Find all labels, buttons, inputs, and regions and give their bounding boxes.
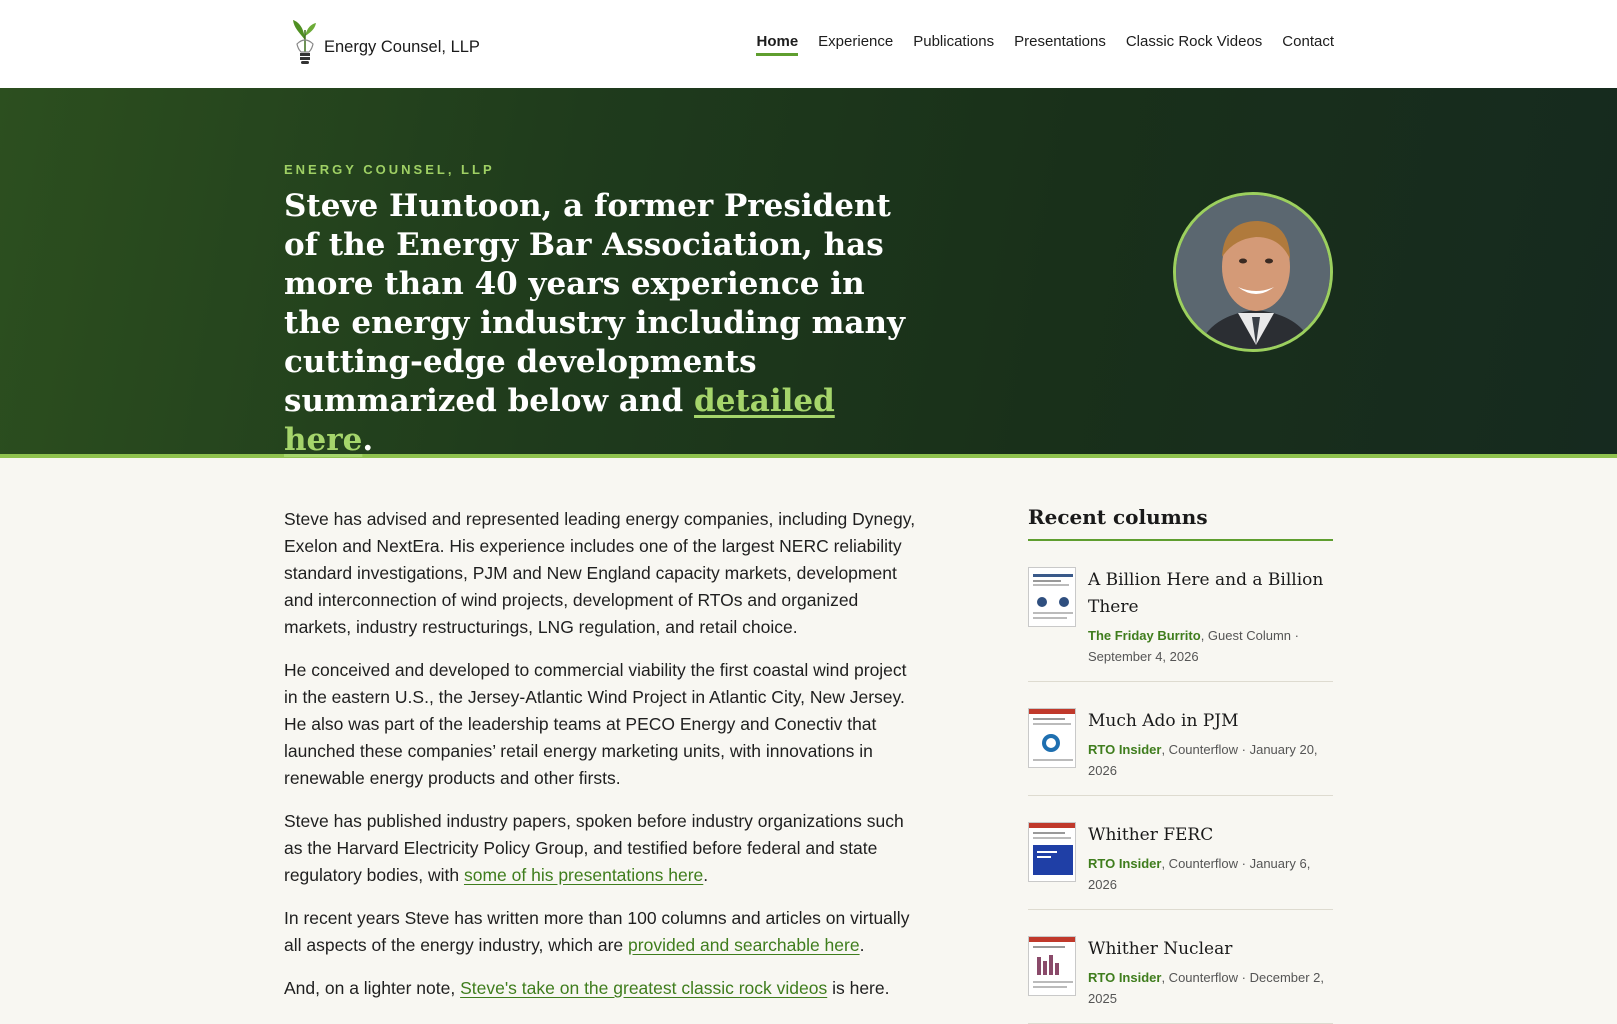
column-thumbnail[interactable]: [1028, 822, 1076, 882]
column-publication: RTO Insider: [1088, 742, 1162, 757]
site-header: Energy Counsel, LLP Home Experience Publ…: [0, 0, 1617, 88]
lightbulb-sprout-icon: [293, 20, 316, 64]
column-item[interactable]: Whither Nuclear RTO Insider, Counterflow…: [1028, 910, 1333, 1024]
portrait-illustration: [1176, 195, 1330, 349]
p4-end: .: [859, 935, 865, 955]
nav-classic-rock-videos[interactable]: Classic Rock Videos: [1126, 33, 1262, 56]
nav-contact[interactable]: Contact: [1282, 33, 1334, 56]
column-thumbnail[interactable]: [1028, 936, 1076, 996]
hero-banner: ENERGY COUNSEL, LLP Steve Huntoon, a for…: [0, 88, 1617, 458]
nav-experience[interactable]: Experience: [818, 33, 893, 56]
sidebar-title: Recent columns: [1028, 505, 1333, 541]
column-item[interactable]: A Billion Here and a Billion There The F…: [1028, 541, 1333, 682]
column-title[interactable]: Whither Nuclear: [1088, 936, 1333, 963]
column-publication: The Friday Burrito: [1088, 628, 1201, 643]
p5-text: And, on a lighter note,: [284, 978, 461, 998]
main-nav: Home Experience Publications Presentatio…: [756, 33, 1334, 56]
main-content: Steve has advised and represented leadin…: [284, 506, 922, 1018]
column-item[interactable]: Much Ado in PJM RTO Insider, Counterflow…: [1028, 682, 1333, 796]
columns-link[interactable]: provided and searchable here: [628, 935, 860, 955]
column-meta: RTO Insider, Counterflow · December 2, 2…: [1088, 967, 1333, 1009]
presentations-link[interactable]: some of his presentations here: [464, 865, 703, 885]
hero-eyebrow: ENERGY COUNSEL, LLP: [284, 162, 495, 177]
brand-logo-link[interactable]: Energy Counsel, LLP: [290, 18, 480, 68]
column-title[interactable]: Much Ado in PJM: [1088, 708, 1333, 735]
portrait-photo: [1173, 192, 1333, 352]
column-title[interactable]: A Billion Here and a Billion There: [1088, 567, 1333, 621]
column-thumbnail[interactable]: [1028, 708, 1076, 768]
bio-paragraph-2: He conceived and developed to commercial…: [284, 660, 907, 788]
classic-rock-link[interactable]: Steve's take on the greatest classic roc…: [460, 978, 827, 998]
hero-headline: Steve Huntoon, a former President of the…: [284, 187, 924, 460]
bio-paragraph-3: Steve has published industry papers, spo…: [284, 808, 922, 889]
nav-home[interactable]: Home: [756, 33, 799, 56]
column-meta: RTO Insider, Counterflow · January 20, 2…: [1088, 739, 1333, 781]
column-item[interactable]: Whither FERC RTO Insider, Counterflow · …: [1028, 796, 1333, 910]
hero-headline-end: .: [362, 422, 374, 458]
recent-columns-sidebar: Recent columns A Billion Here and a Bill…: [1028, 505, 1333, 1024]
site-name: Energy Counsel, LLP: [324, 37, 480, 56]
p5-end: is here.: [827, 978, 890, 998]
bio-paragraph-5: And, on a lighter note, Steve's take on …: [284, 975, 922, 1002]
p3-end: .: [703, 865, 709, 885]
column-publication: RTO Insider: [1088, 970, 1162, 985]
column-title[interactable]: Whither FERC: [1088, 822, 1333, 849]
bio-paragraph-4: In recent years Steve has written more t…: [284, 905, 922, 959]
bio-paragraph-1: Steve has advised and represented leadin…: [284, 509, 916, 637]
column-meta: The Friday Burrito, Guest Column · Septe…: [1088, 625, 1333, 667]
column-publication: RTO Insider: [1088, 856, 1162, 871]
column-meta: RTO Insider, Counterflow · January 6, 20…: [1088, 853, 1333, 895]
column-thumbnail[interactable]: [1028, 567, 1076, 627]
nav-publications[interactable]: Publications: [913, 33, 994, 56]
nav-presentations[interactable]: Presentations: [1014, 33, 1106, 56]
